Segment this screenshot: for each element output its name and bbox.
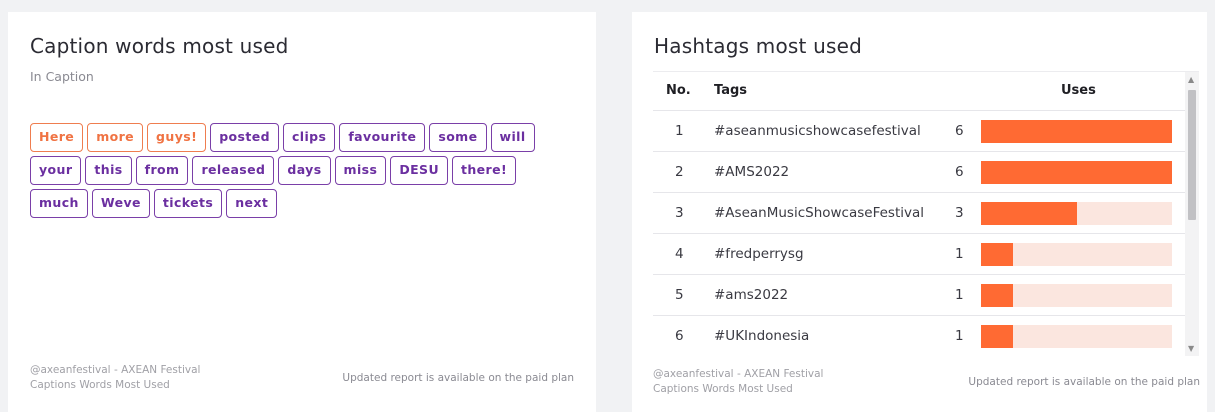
footer-account-label: @axeanfestival - AXEAN Festival (653, 368, 824, 380)
word-chip: there! (452, 156, 517, 185)
row-hashtag: #AseanMusicShowcaseFestival (714, 205, 925, 221)
table-header: No. Tags Uses (653, 72, 1199, 111)
hashtags-title: Hashtags most used (654, 34, 862, 58)
footer-report-label: Captions Words Most Used (653, 383, 793, 395)
word-chip: from (135, 156, 189, 185)
uses-bar-track (981, 325, 1172, 348)
uses-bar-fill (981, 284, 1013, 307)
footer-report-label: Captions Words Most Used (30, 379, 170, 391)
table-row: 5 #ams2022 1 (653, 275, 1199, 316)
table-body: 1 #aseanmusicshowcasefestival 6 2 #AMS2022 6 3… (653, 111, 1199, 356)
word-chip: guys! (147, 123, 207, 152)
table-scrollbar[interactable]: ▲ ▼ (1185, 72, 1199, 356)
word-chip: miss (334, 156, 387, 185)
word-chip: DESU (390, 156, 448, 185)
row-number: 4 (675, 246, 684, 262)
caption-words-title: Caption words most used (30, 34, 289, 58)
word-chip: clips (282, 123, 336, 152)
table-row: 1 #aseanmusicshowcasefestival 6 (653, 111, 1199, 152)
hashtags-table[interactable]: No. Tags Uses 1 #aseanmusicshowcasefestiv… (653, 71, 1199, 356)
table-row: 2 #AMS2022 6 (653, 152, 1199, 193)
word-chip: some (429, 123, 487, 152)
table-row: 6 #UKIndonesia 1 (653, 316, 1199, 356)
column-header-uses: Uses (1061, 83, 1096, 98)
table-row: 3 #AseanMusicShowcaseFestival 3 (653, 193, 1199, 234)
scroll-down-arrow-icon[interactable]: ▼ (1188, 344, 1194, 354)
footer-account-label: @axeanfestival - AXEAN Festival (30, 364, 201, 376)
caption-card-footer: @axeanfestival - AXEAN Festival Captions… (30, 363, 200, 393)
uses-bar-track (981, 284, 1172, 307)
row-number: 3 (675, 205, 684, 221)
uses-bar-track (981, 243, 1172, 266)
row-hashtag: #fredperrysg (714, 246, 804, 262)
word-chip: more (87, 123, 144, 152)
paid-plan-note: Updated report is available on the paid … (342, 372, 574, 384)
uses-bar-track (981, 120, 1172, 143)
word-chip: much (30, 189, 88, 218)
word-chip: released (192, 156, 275, 185)
row-number: 6 (675, 328, 684, 344)
word-chip: this (85, 156, 132, 185)
row-hashtag: #AMS2022 (714, 164, 790, 180)
word-chip: days (278, 156, 331, 185)
row-hashtag: #UKIndonesia (714, 328, 810, 344)
table-row: 4 #fredperrysg 1 (653, 234, 1199, 275)
uses-bar-fill (981, 202, 1077, 225)
uses-bar-fill (981, 243, 1013, 266)
uses-bar-fill (981, 120, 1172, 143)
uses-bar-track (981, 161, 1172, 184)
caption-words-subtitle: In Caption (30, 69, 94, 84)
word-chip: posted (210, 123, 279, 152)
row-use-count: 1 (955, 328, 964, 344)
scroll-up-arrow-icon[interactable]: ▲ (1188, 75, 1194, 85)
row-number: 2 (675, 164, 684, 180)
column-header-no: No. (666, 83, 691, 98)
row-number: 5 (675, 287, 684, 303)
paid-plan-note: Updated report is available on the paid … (968, 376, 1200, 388)
row-use-count: 1 (955, 246, 964, 262)
word-chip: next (226, 189, 278, 218)
row-use-count: 6 (955, 123, 964, 139)
hashtags-card: Hashtags most used No. Tags Uses 1 #asean… (632, 12, 1207, 412)
caption-words-card: Caption words most used In Caption Here m… (8, 12, 596, 412)
uses-bar-track (981, 202, 1172, 225)
word-chip: your (30, 156, 82, 185)
word-chip: tickets (153, 189, 223, 218)
row-hashtag: #ams2022 (714, 287, 789, 303)
row-use-count: 6 (955, 164, 964, 180)
word-chip: Here (30, 123, 84, 152)
row-hashtag: #aseanmusicshowcasefestival (714, 123, 921, 139)
hashtags-card-footer: @axeanfestival - AXEAN Festival Captions… (653, 367, 823, 397)
row-use-count: 1 (955, 287, 964, 303)
scroll-thumb[interactable] (1188, 90, 1196, 220)
column-header-tags: Tags (714, 83, 748, 98)
word-chip-list: Here more guys! posted clips favourite some wil… (30, 123, 575, 218)
uses-bar-fill (981, 325, 1013, 348)
word-chip: will (490, 123, 535, 152)
row-use-count: 3 (955, 205, 964, 221)
word-chip: favourite (339, 123, 426, 152)
word-chip: Weve (91, 189, 150, 218)
row-number: 1 (675, 123, 684, 139)
uses-bar-fill (981, 161, 1172, 184)
